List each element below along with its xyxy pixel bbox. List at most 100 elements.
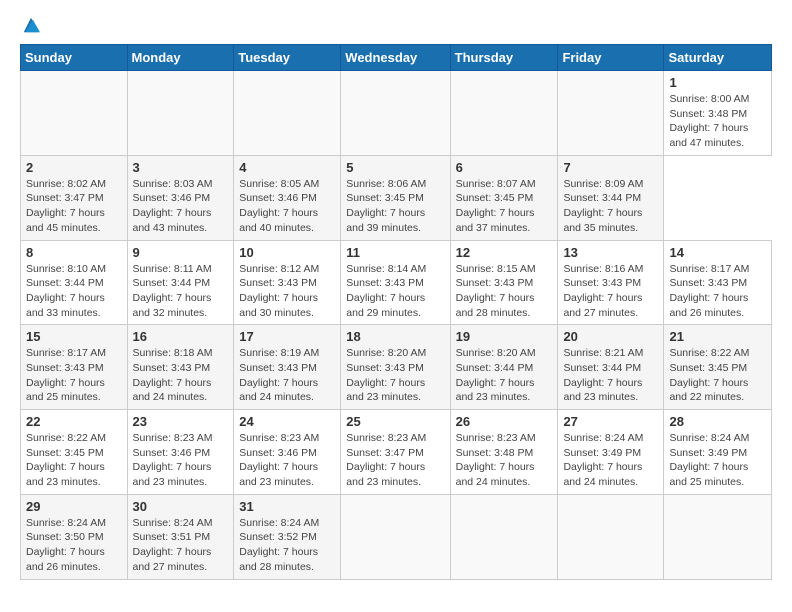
calendar-cell: 15Sunrise: 8:17 AMSunset: 3:43 PMDayligh… xyxy=(21,325,128,410)
day-number: 30 xyxy=(133,499,229,514)
calendar-cell: 20Sunrise: 8:21 AMSunset: 3:44 PMDayligh… xyxy=(558,325,664,410)
logo xyxy=(20,16,40,34)
day-info: Sunrise: 8:24 AMSunset: 3:51 PMDaylight:… xyxy=(133,516,229,575)
calendar-cell: 25Sunrise: 8:23 AMSunset: 3:47 PMDayligh… xyxy=(341,410,450,495)
day-info: Sunrise: 8:20 AMSunset: 3:44 PMDaylight:… xyxy=(456,346,553,405)
day-number: 3 xyxy=(133,160,229,175)
day-info: Sunrise: 8:19 AMSunset: 3:43 PMDaylight:… xyxy=(239,346,335,405)
calendar-cell: 21 Sunrise: 8:22 AMSunset: 3:45 PMDayligh… xyxy=(664,325,772,410)
calendar-cell: 27 Sunrise: 8:24 AMSunset: 3:49 PMDayligh… xyxy=(558,410,664,495)
day-info: Sunrise: 8:07 AMSunset: 3:45 PMDaylight:… xyxy=(456,177,553,236)
day-info: Sunrise: 8:22 AMSunset: 3:45 PMDaylight:… xyxy=(669,346,766,405)
calendar-cell: 26 Sunrise: 8:23 AMSunset: 3:48 PMDayligh… xyxy=(450,410,558,495)
day-number: 8 xyxy=(26,245,122,260)
calendar-header-tuesday: Tuesday xyxy=(234,45,341,71)
day-number: 19 xyxy=(456,329,553,344)
calendar-cell: 22 Sunrise: 8:22 AMSunset: 3:45 PMDayligh… xyxy=(21,410,128,495)
day-number: 12 xyxy=(456,245,553,260)
calendar-cell: 10 Sunrise: 8:12 AMSunset: 3:43 PMDayligh… xyxy=(234,240,341,325)
calendar-cell: 3 Sunrise: 8:03 AMSunset: 3:46 PMDaylight… xyxy=(127,155,234,240)
day-number: 13 xyxy=(563,245,658,260)
day-info: Sunrise: 8:24 AMSunset: 3:50 PMDaylight:… xyxy=(26,516,122,575)
calendar-header-wednesday: Wednesday xyxy=(341,45,450,71)
calendar-cell: 28 Sunrise: 8:24 AMSunset: 3:49 PMDayligh… xyxy=(664,410,772,495)
day-number: 29 xyxy=(26,499,122,514)
calendar-cell xyxy=(558,494,664,579)
day-number: 21 xyxy=(669,329,766,344)
day-number: 6 xyxy=(456,160,553,175)
calendar-cell: 7 Sunrise: 8:09 AMSunset: 3:44 PMDaylight… xyxy=(558,155,664,240)
day-info: Sunrise: 8:12 AMSunset: 3:43 PMDaylight:… xyxy=(239,262,335,321)
day-info: Sunrise: 8:14 AMSunset: 3:43 PMDaylight:… xyxy=(346,262,444,321)
calendar-week-row: 29 Sunrise: 8:24 AMSunset: 3:50 PMDayligh… xyxy=(21,494,772,579)
day-number: 26 xyxy=(456,414,553,429)
day-info: Sunrise: 8:11 AMSunset: 3:44 PMDaylight:… xyxy=(133,262,229,321)
day-number: 1 xyxy=(669,75,766,90)
day-number: 10 xyxy=(239,245,335,260)
day-info: Sunrise: 8:23 AMSunset: 3:47 PMDaylight:… xyxy=(346,431,444,490)
calendar-cell: 17 Sunrise: 8:19 AMSunset: 3:43 PMDayligh… xyxy=(234,325,341,410)
day-info: Sunrise: 8:21 AMSunset: 3:44 PMDaylight:… xyxy=(563,346,658,405)
day-info: Sunrise: 8:23 AMSunset: 3:48 PMDaylight:… xyxy=(456,431,553,490)
calendar-cell: 4 Sunrise: 8:05 AMSunset: 3:46 PMDaylight… xyxy=(234,155,341,240)
day-info: Sunrise: 8:23 AMSunset: 3:46 PMDaylight:… xyxy=(239,431,335,490)
calendar-cell xyxy=(450,71,558,156)
calendar-cell: 5Sunrise: 8:06 AMSunset: 3:45 PMDaylight… xyxy=(341,155,450,240)
day-info: Sunrise: 8:03 AMSunset: 3:46 PMDaylight:… xyxy=(133,177,229,236)
calendar-cell: 1 Sunrise: 8:00 AMSunset: 3:48 PMDaylight… xyxy=(664,71,772,156)
day-info: Sunrise: 8:15 AMSunset: 3:43 PMDaylight:… xyxy=(456,262,553,321)
day-number: 28 xyxy=(669,414,766,429)
day-number: 4 xyxy=(239,160,335,175)
day-info: Sunrise: 8:20 AMSunset: 3:43 PMDaylight:… xyxy=(346,346,444,405)
calendar-cell xyxy=(21,71,128,156)
calendar-header-thursday: Thursday xyxy=(450,45,558,71)
calendar-cell: 8 Sunrise: 8:10 AMSunset: 3:44 PMDaylight… xyxy=(21,240,128,325)
day-info: Sunrise: 8:22 AMSunset: 3:45 PMDaylight:… xyxy=(26,431,122,490)
day-info: Sunrise: 8:24 AMSunset: 3:52 PMDaylight:… xyxy=(239,516,335,575)
day-number: 31 xyxy=(239,499,335,514)
calendar-cell: 24 Sunrise: 8:23 AMSunset: 3:46 PMDayligh… xyxy=(234,410,341,495)
day-number: 22 xyxy=(26,414,122,429)
calendar-cell: 29 Sunrise: 8:24 AMSunset: 3:50 PMDayligh… xyxy=(21,494,128,579)
calendar-header-monday: Monday xyxy=(127,45,234,71)
day-info: Sunrise: 8:02 AMSunset: 3:47 PMDaylight:… xyxy=(26,177,122,236)
calendar-cell xyxy=(234,71,341,156)
day-info: Sunrise: 8:09 AMSunset: 3:44 PMDaylight:… xyxy=(563,177,658,236)
day-info: Sunrise: 8:05 AMSunset: 3:46 PMDaylight:… xyxy=(239,177,335,236)
calendar-week-row: 22 Sunrise: 8:22 AMSunset: 3:45 PMDayligh… xyxy=(21,410,772,495)
header xyxy=(20,16,772,34)
logo-icon xyxy=(22,16,40,34)
day-info: Sunrise: 8:24 AMSunset: 3:49 PMDaylight:… xyxy=(669,431,766,490)
calendar-cell xyxy=(558,71,664,156)
day-info: Sunrise: 8:10 AMSunset: 3:44 PMDaylight:… xyxy=(26,262,122,321)
day-number: 23 xyxy=(133,414,229,429)
day-info: Sunrise: 8:24 AMSunset: 3:49 PMDaylight:… xyxy=(563,431,658,490)
page: SundayMondayTuesdayWednesdayThursdayFrid… xyxy=(0,0,792,592)
calendar-week-row: 2 Sunrise: 8:02 AMSunset: 3:47 PMDaylight… xyxy=(21,155,772,240)
day-info: Sunrise: 8:17 AMSunset: 3:43 PMDaylight:… xyxy=(26,346,122,405)
day-number: 7 xyxy=(563,160,658,175)
day-info: Sunrise: 8:16 AMSunset: 3:43 PMDaylight:… xyxy=(563,262,658,321)
day-number: 18 xyxy=(346,329,444,344)
day-number: 27 xyxy=(563,414,658,429)
day-number: 16 xyxy=(133,329,229,344)
calendar-header-friday: Friday xyxy=(558,45,664,71)
day-number: 9 xyxy=(133,245,229,260)
day-info: Sunrise: 8:00 AMSunset: 3:48 PMDaylight:… xyxy=(669,92,766,151)
day-number: 24 xyxy=(239,414,335,429)
calendar-cell: 9 Sunrise: 8:11 AMSunset: 3:44 PMDaylight… xyxy=(127,240,234,325)
calendar-week-row: 1 Sunrise: 8:00 AMSunset: 3:48 PMDaylight… xyxy=(21,71,772,156)
calendar-cell: 6 Sunrise: 8:07 AMSunset: 3:45 PMDaylight… xyxy=(450,155,558,240)
calendar-table: SundayMondayTuesdayWednesdayThursdayFrid… xyxy=(20,44,772,580)
day-number: 17 xyxy=(239,329,335,344)
calendar-header-saturday: Saturday xyxy=(664,45,772,71)
calendar-cell: 23Sunrise: 8:23 AMSunset: 3:46 PMDayligh… xyxy=(127,410,234,495)
day-info: Sunrise: 8:18 AMSunset: 3:43 PMDaylight:… xyxy=(133,346,229,405)
calendar-cell: 18 Sunrise: 8:20 AMSunset: 3:43 PMDayligh… xyxy=(341,325,450,410)
calendar-cell: 16 Sunrise: 8:18 AMSunset: 3:43 PMDayligh… xyxy=(127,325,234,410)
calendar-cell: 31 Sunrise: 8:24 AMSunset: 3:52 PMDayligh… xyxy=(234,494,341,579)
calendar-header-row: SundayMondayTuesdayWednesdayThursdayFrid… xyxy=(21,45,772,71)
calendar-cell xyxy=(127,71,234,156)
day-number: 2 xyxy=(26,160,122,175)
calendar-cell: 11Sunrise: 8:14 AMSunset: 3:43 PMDayligh… xyxy=(341,240,450,325)
